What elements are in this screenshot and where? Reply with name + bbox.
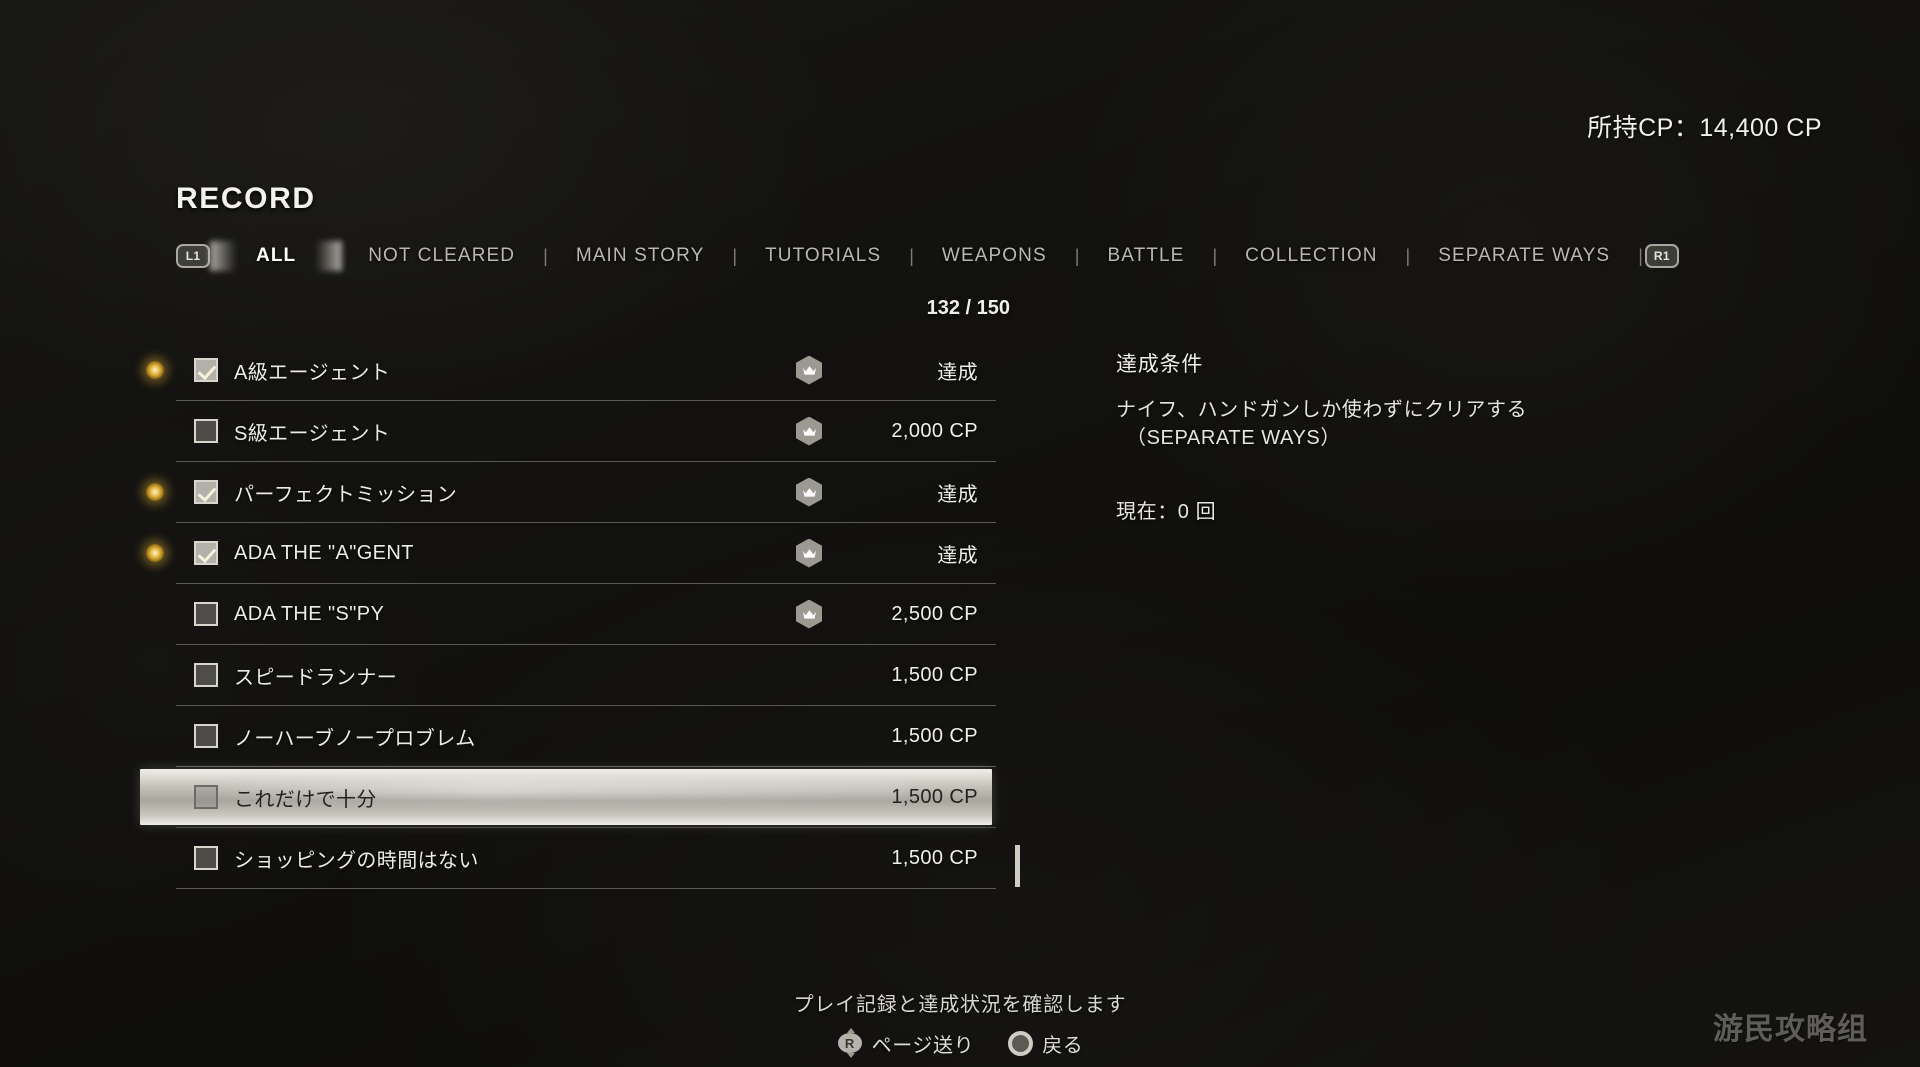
stick-cap-label: R (837, 1033, 862, 1053)
checkbox-unchecked-icon[interactable] (194, 724, 218, 748)
record-title: ノーハーブノープロブレム (234, 727, 476, 750)
record-value: 1,500 CP (891, 663, 978, 686)
category-tab-bar: L1 ALL NOT CLEARED | MAIN STORY | TUTORI… (176, 240, 1679, 272)
tab-divider: | (543, 245, 548, 266)
record-row[interactable]: S級エージェント 2,000 CP (176, 401, 996, 462)
record-row[interactable]: ショッピングの時間はない 1,500 CP (176, 828, 996, 889)
record-title: スピードランナー (234, 666, 398, 689)
checkbox-unchecked-icon[interactable] (194, 419, 218, 443)
checkbox-checked-icon[interactable] (194, 541, 218, 565)
footer-hint-text: プレイ記録と達成状況を確認します (793, 994, 1127, 1016)
record-row[interactable]: ADA THE "A"GENT 達成 (146, 523, 996, 584)
page-turn-prompt[interactable]: R ページ送り (837, 1028, 975, 1058)
record-row-content: ノーハーブノープロブレム 1,500 CP (176, 706, 996, 766)
tab-divider: | (1405, 245, 1411, 266)
detail-heading: 達成条件 (1116, 353, 1204, 376)
r1-bumper-icon[interactable]: R1 (1644, 244, 1679, 268)
record-row[interactable]: スピードランナー 1,500 CP (176, 645, 996, 706)
detail-panel: 達成条件 ナイフ、ハンドガンしか使わずにクリアする （SEPARATE WAYS… (1116, 348, 1736, 524)
record-title: ショッピングの時間はない (234, 849, 479, 872)
record-row-content: パーフェクトミッション 達成 (146, 462, 996, 522)
crown-glyph (802, 426, 816, 436)
watermark: 游民攻略组 (1713, 1012, 1868, 1047)
record-row-content: ADA THE "S"PY 2,500 CP (176, 584, 996, 644)
tab-tutorials[interactable]: TUTORIALS (739, 245, 907, 267)
record-row[interactable]: ADA THE "S"PY 2,500 CP (176, 584, 996, 645)
tab-separate-ways[interactable]: SEPARATE WAYS (1412, 245, 1636, 267)
record-title: A級エージェント (234, 361, 391, 384)
crown-glyph (802, 365, 816, 375)
record-title: パーフェクトミッション (234, 483, 458, 506)
tab-selection-highlight-right (316, 241, 343, 271)
record-title: S級エージェント (234, 422, 391, 445)
tab-divider: | (1074, 245, 1080, 266)
crown-glyph (802, 548, 816, 558)
crown-glyph (802, 609, 816, 619)
tab-divider: | (909, 245, 914, 266)
record-value: 1,500 CP (891, 846, 978, 869)
tab-weapons[interactable]: WEAPONS (916, 245, 1073, 267)
record-row[interactable]: パーフェクトミッション 達成 (146, 462, 996, 523)
new-marker-icon (146, 544, 164, 562)
checkbox-checked-icon[interactable] (194, 480, 218, 504)
tab-battle[interactable]: BATTLE (1081, 245, 1210, 267)
record-title: ADA THE "A"GENT (234, 541, 414, 564)
tab-divider: | (732, 245, 738, 266)
detail-condition-line-1: ナイフ、ハンドガンしか使わずにクリアする (1116, 399, 1528, 421)
new-marker-icon (146, 483, 164, 501)
record-row-content: ADA THE "A"GENT 達成 (146, 523, 996, 583)
record-title: ADA THE "S"PY (234, 602, 385, 625)
circle-button-icon (1008, 1030, 1034, 1056)
detail-progress: 現在：0 回 (1116, 500, 1217, 523)
tab-main-story[interactable]: MAIN STORY (550, 245, 731, 267)
record-counter: 132 / 150 (926, 297, 1010, 319)
record-row[interactable]: ノーハーブノープロブレム 1,500 CP (176, 706, 996, 767)
crown-glyph (802, 487, 816, 497)
checkbox-unchecked-icon[interactable] (194, 663, 218, 687)
tab-all-wrapper[interactable]: ALL (210, 241, 343, 271)
new-marker-icon (146, 361, 164, 379)
currency-display: 所持CP：14,400 CP (1587, 114, 1822, 142)
record-row-content: これだけで十分 1,500 CP (176, 767, 996, 827)
checkbox-unchecked-icon[interactable] (194, 785, 218, 809)
record-value: 1,500 CP (891, 724, 978, 747)
tab-not-cleared[interactable]: NOT CLEARED (342, 245, 541, 267)
record-screen: 所持CP：14,400 CP RECORD L1 ALL NOT CLEARED… (0, 0, 1920, 1067)
detail-condition-line-2: （SEPARATE WAYS） (1126, 427, 1341, 450)
tab-all[interactable]: ALL (236, 245, 316, 267)
back-label: 戻る (1042, 1034, 1084, 1057)
tab-collection[interactable]: COLLECTION (1219, 245, 1403, 267)
record-row[interactable]: これだけで十分 1,500 CP (140, 767, 996, 828)
record-row-content: A級エージェント 達成 (146, 340, 996, 400)
record-row-content: S級エージェント 2,000 CP (176, 401, 996, 461)
record-row[interactable]: A級エージェント 達成 (146, 340, 996, 401)
list-scrollbar[interactable] (1015, 845, 1020, 887)
record-list: A級エージェント 達成 S級エージェント 2,000 CP パーフェクトミッション 達成 A… (140, 340, 996, 889)
record-row-content: スピードランナー 1,500 CP (176, 645, 996, 705)
record-row-content: ショッピングの時間はない 1,500 CP (176, 828, 996, 888)
record-value: 1,500 CP (891, 785, 978, 808)
l1-bumper-icon[interactable]: L1 (176, 244, 210, 268)
page-turn-label: ページ送り (871, 1034, 975, 1057)
tab-divider: | (1638, 245, 1643, 266)
back-prompt[interactable]: 戻る (1008, 1029, 1083, 1058)
tab-selection-highlight-left (210, 241, 236, 271)
checkbox-unchecked-icon[interactable] (194, 846, 218, 870)
tab-divider: | (1212, 245, 1218, 266)
record-title: これだけで十分 (234, 788, 377, 811)
page-title: RECORD (176, 182, 316, 215)
stick-down-arrow (846, 1053, 855, 1058)
checkbox-unchecked-icon[interactable] (194, 602, 218, 626)
right-stick-icon: R (837, 1028, 863, 1058)
checkbox-checked-icon[interactable] (194, 358, 218, 382)
footer-button-prompts: R ページ送り 戻る (0, 1028, 1920, 1058)
